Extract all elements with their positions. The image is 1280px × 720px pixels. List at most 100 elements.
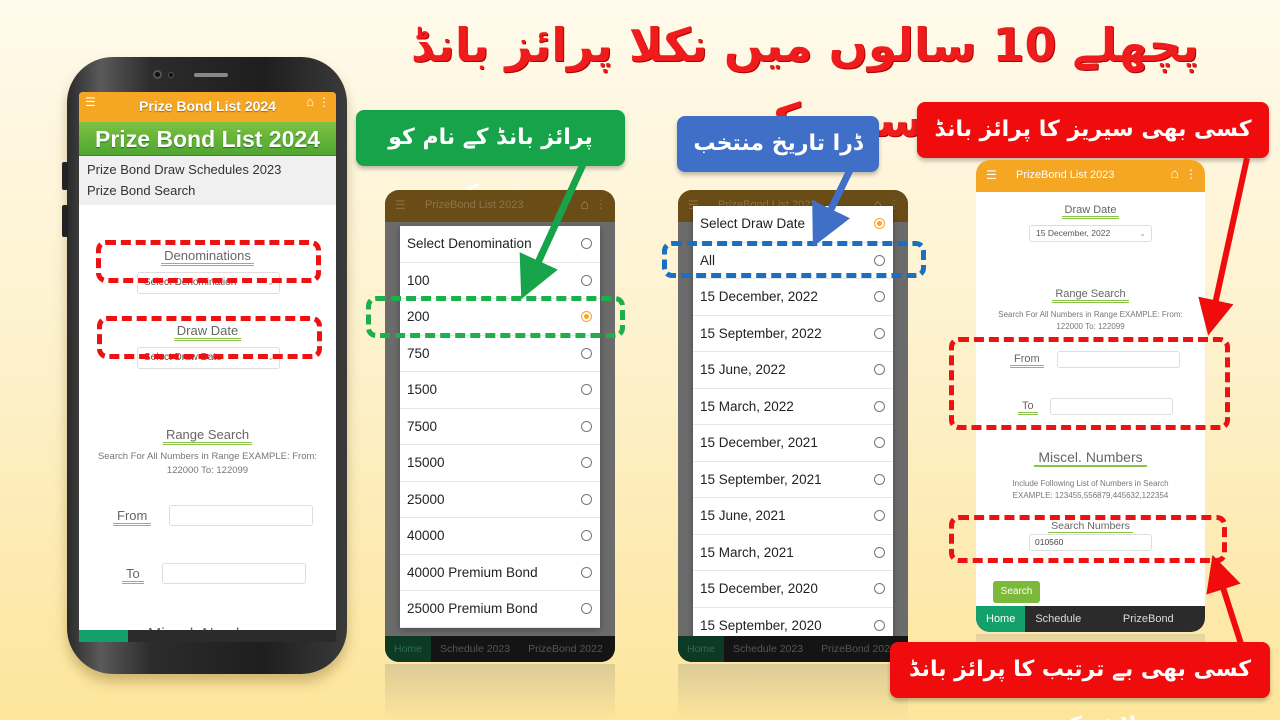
radio-unselected-icon[interactable] bbox=[874, 364, 885, 375]
radio-unselected-icon[interactable] bbox=[874, 437, 885, 448]
radio-unselected-icon[interactable] bbox=[581, 530, 592, 541]
miscel-numbers-title: Miscel. Numbers bbox=[976, 449, 1205, 467]
app-bar: ☰ PrizeBond List 2023 ⌂ ⋮ bbox=[976, 160, 1205, 192]
link-draw-schedules[interactable]: Prize Bond Draw Schedules 2023 bbox=[87, 159, 328, 180]
bottom-nav: Home Schedule 2023 PrizeBond 2022 bbox=[976, 606, 1205, 632]
dialog-option[interactable]: 1500 bbox=[400, 372, 600, 409]
nav-home[interactable]: Home bbox=[385, 636, 432, 662]
chevron-down-icon: ⌄ bbox=[1139, 229, 1146, 238]
to-label: To bbox=[122, 566, 144, 584]
dialog-option[interactable]: 15 September, 2021 bbox=[693, 462, 893, 498]
draw-date-select[interactable]: 15 December, 2022 ⌄ bbox=[1029, 225, 1152, 242]
radio-unselected-icon[interactable] bbox=[874, 400, 885, 412]
more-options-icon[interactable]: ⋮ bbox=[1185, 167, 1197, 181]
draw-date-label: Draw Date bbox=[976, 204, 1205, 219]
more-options-icon[interactable]: ⋮ bbox=[318, 95, 330, 109]
radio-unselected-icon[interactable] bbox=[581, 457, 592, 468]
radio-unselected-icon[interactable] bbox=[581, 420, 592, 432]
volume-button bbox=[62, 162, 68, 190]
more-options-icon[interactable]: ⋮ bbox=[595, 197, 607, 211]
radio-unselected-icon[interactable] bbox=[874, 546, 885, 558]
nav-prizebond-2022[interactable]: PrizeBond 2022 bbox=[519, 636, 612, 662]
option-label: 25000 bbox=[407, 491, 445, 507]
option-label: 15 September, 2020 bbox=[700, 617, 822, 633]
search-button[interactable]: Search bbox=[993, 581, 1040, 603]
dialog-option[interactable]: 15000 bbox=[400, 445, 600, 482]
link-prize-bond-search[interactable]: Prize Bond Search bbox=[87, 180, 328, 201]
highlight-search-numbers bbox=[949, 515, 1227, 563]
dialog-option[interactable]: 40000 Premium Bond bbox=[400, 555, 600, 591]
phone-device-mockup: ☰ Prize Bond List 2024 ⌂ ⋮ Prize Bond Li… bbox=[62, 57, 347, 674]
home-icon[interactable]: ⌂ bbox=[581, 196, 589, 212]
radio-unselected-icon[interactable] bbox=[581, 566, 592, 578]
dialog-option[interactable]: 25000 Premium Bond bbox=[400, 591, 600, 628]
hamburger-menu-icon[interactable]: ☰ bbox=[986, 168, 997, 182]
option-label: 15000 bbox=[407, 455, 445, 470]
callout-series-search: کسی بھی سیریز کا پرائز بانڈ تلاش کریں۔ bbox=[917, 102, 1269, 198]
callout-select-date: ڈرا تاریخ منتخب کریں bbox=[677, 116, 879, 212]
radio-unselected-icon[interactable] bbox=[581, 238, 592, 249]
home-icon[interactable]: ⌂ bbox=[1171, 165, 1179, 181]
option-label: 7500 bbox=[407, 418, 438, 434]
nav-schedule[interactable]: Schedule 2023 bbox=[724, 636, 812, 662]
dialog-option[interactable]: 15 June, 2022 bbox=[693, 352, 893, 389]
banner-title: Prize Bond List 2024 bbox=[79, 122, 336, 156]
phone2-screen: ☰ PrizeBond List 2023 ⌂ ⋮ Select Denomin… bbox=[385, 190, 615, 662]
home-icon[interactable]: ⌂ bbox=[306, 94, 314, 109]
callout-select-name: پرائز بانڈ کے نام کو منتخب کریں bbox=[356, 110, 625, 206]
radio-unselected-icon[interactable] bbox=[874, 583, 885, 594]
app-title: Prize Bond List 2024 bbox=[139, 98, 276, 114]
radio-unselected-icon[interactable] bbox=[874, 291, 885, 302]
dialog-option[interactable]: 15 September, 2022 bbox=[693, 316, 893, 352]
radio-unselected-icon[interactable] bbox=[874, 619, 885, 631]
dialog-option[interactable]: 15 December, 2021 bbox=[693, 425, 893, 462]
speaker-grille bbox=[194, 73, 228, 77]
option-label: 750 bbox=[407, 345, 430, 361]
callout-random-search: کسی بھی بے ترتیب کا پرائز بانڈ تلاش کریں… bbox=[890, 642, 1270, 720]
from-input[interactable] bbox=[169, 505, 313, 526]
hamburger-menu-icon[interactable]: ☰ bbox=[395, 198, 406, 212]
nav-home[interactable]: Home bbox=[976, 606, 1026, 632]
option-label: 15 September, 2021 bbox=[700, 471, 822, 487]
range-search-description: Search For All Numbers in Range EXAMPLE:… bbox=[998, 310, 1183, 331]
nav-home-tab[interactable] bbox=[79, 630, 128, 642]
option-label: 15 December, 2021 bbox=[700, 435, 818, 450]
sensor-icon bbox=[168, 72, 174, 78]
dialog-option[interactable]: 15 March, 2022 bbox=[693, 389, 893, 425]
radio-unselected-icon[interactable] bbox=[581, 603, 592, 614]
nav-schedule[interactable]: Schedule 2023 bbox=[431, 636, 519, 662]
radio-unselected-icon[interactable] bbox=[581, 384, 592, 395]
radio-unselected-icon[interactable] bbox=[581, 347, 592, 359]
app-bar: ☰ PrizeBond List 2023 ⌂ ⋮ bbox=[385, 190, 615, 222]
radio-unselected-icon[interactable] bbox=[874, 327, 885, 339]
radio-unselected-icon[interactable] bbox=[874, 510, 885, 521]
from-label: From bbox=[113, 508, 152, 526]
dialog-option[interactable]: 40000 bbox=[400, 518, 600, 555]
radio-unselected-icon[interactable] bbox=[874, 473, 885, 485]
nav-prizebond-2022[interactable]: PrizeBond 2022 bbox=[1113, 606, 1205, 632]
radio-selected-icon[interactable] bbox=[874, 218, 885, 229]
dialog-option[interactable]: 15 December, 2022 bbox=[693, 279, 893, 316]
range-search-title: Range Search bbox=[79, 427, 336, 445]
dialog-option[interactable]: Select Draw Date bbox=[693, 206, 893, 243]
to-input[interactable] bbox=[162, 563, 306, 584]
option-label: 15 September, 2022 bbox=[700, 325, 822, 341]
radio-unselected-icon[interactable] bbox=[581, 493, 592, 505]
denomination-dialog: Select Denomination 100 200 750 1500 7500 1500… bbox=[400, 226, 600, 628]
option-label: 15 June, 2022 bbox=[700, 362, 786, 377]
option-label: 15 December, 2020 bbox=[700, 581, 818, 596]
app-title: PrizeBond List 2023 bbox=[1016, 169, 1115, 181]
nav-schedule[interactable]: Schedule 2023 bbox=[1025, 606, 1113, 632]
nav-home[interactable]: Home bbox=[678, 636, 725, 662]
dialog-option[interactable]: 7500 bbox=[400, 409, 600, 445]
dialog-option[interactable]: Select Denomination bbox=[400, 226, 600, 263]
phone1-screen: ☰ Prize Bond List 2024 ⌂ ⋮ Prize Bond Li… bbox=[79, 92, 336, 642]
dialog-option[interactable]: 15 December, 2020 bbox=[693, 571, 893, 608]
dialog-option[interactable]: 15 March, 2021 bbox=[693, 535, 893, 571]
phone2-reflection bbox=[385, 664, 615, 720]
radio-unselected-icon[interactable] bbox=[581, 274, 592, 286]
dialog-option[interactable]: 750 bbox=[400, 336, 600, 372]
dialog-option[interactable]: 25000 bbox=[400, 482, 600, 518]
dialog-option[interactable]: 100 bbox=[400, 263, 600, 299]
dialog-option[interactable]: 15 June, 2021 bbox=[693, 498, 893, 535]
